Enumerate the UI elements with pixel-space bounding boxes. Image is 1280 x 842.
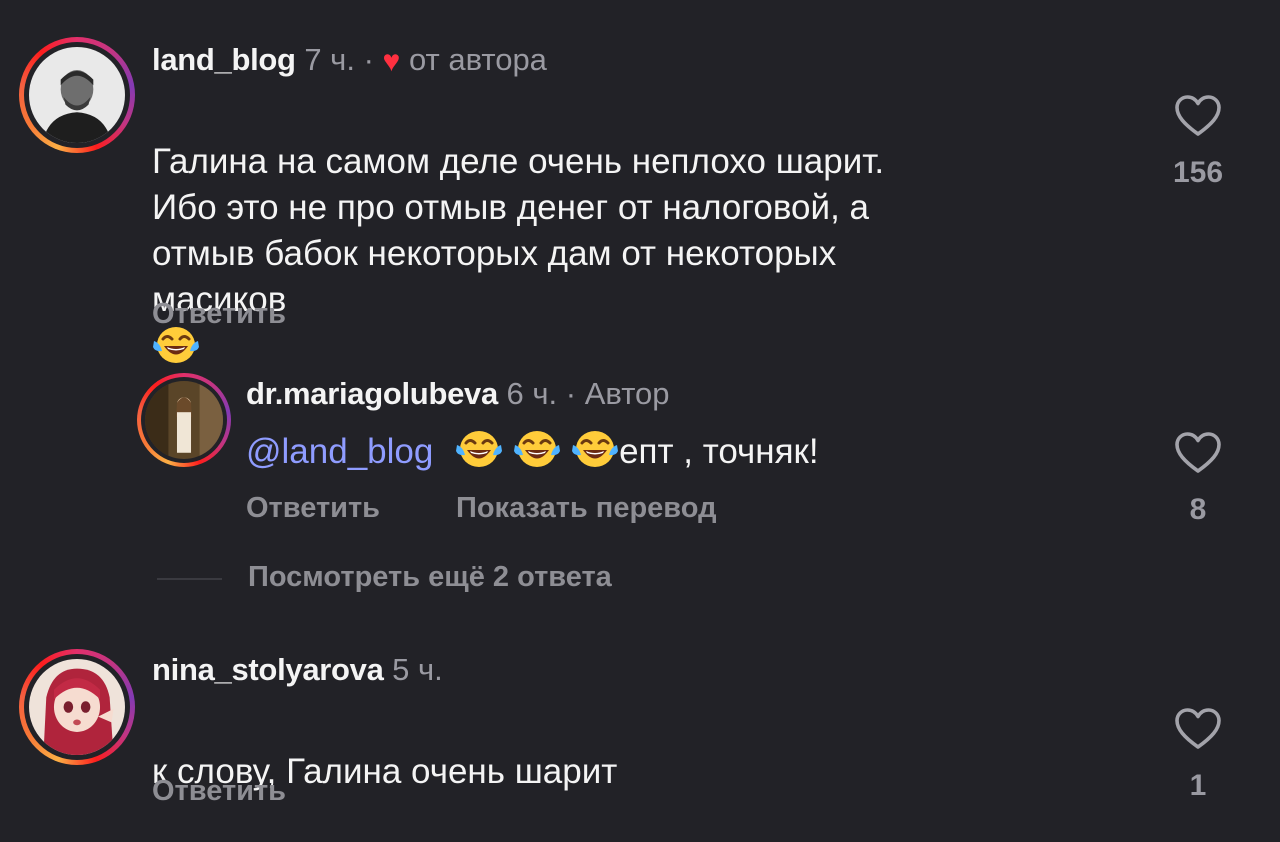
comment-text: @land_blog епт , точняк! bbox=[246, 427, 1146, 475]
like-button[interactable]: 1 bbox=[1158, 707, 1238, 803]
username[interactable]: dr.mariagolubeva bbox=[246, 376, 498, 411]
separator: · bbox=[565, 376, 577, 411]
replies-divider bbox=[157, 578, 222, 580]
like-button[interactable]: 8 bbox=[1158, 431, 1238, 527]
timestamp: 5 ч. bbox=[392, 652, 443, 687]
avatar[interactable] bbox=[137, 373, 231, 467]
comment-text: к слову, Галина очень шарит bbox=[152, 703, 1152, 795]
like-count: 156 bbox=[1172, 156, 1224, 189]
heart-filled-icon: ♥ bbox=[382, 45, 401, 78]
user-photo-icon bbox=[29, 47, 125, 143]
comment-meta: land_blog 7 ч. · ♥ от автора bbox=[152, 42, 547, 79]
face-with-tears-of-joy-emoji bbox=[513, 427, 561, 469]
avatar[interactable] bbox=[19, 649, 135, 765]
heart-outline-icon[interactable] bbox=[1174, 94, 1222, 138]
comment-text: Галина на самом деле очень неплохо шарит… bbox=[152, 93, 1152, 371]
author-liked-label: от автора bbox=[408, 42, 547, 77]
like-count: 8 bbox=[1189, 493, 1207, 526]
show-translation-button[interactable]: Показать перевод bbox=[456, 492, 716, 525]
heart-outline-icon[interactable] bbox=[1174, 431, 1222, 475]
user-photo-icon bbox=[145, 381, 223, 459]
author-badge: Автор bbox=[584, 376, 670, 411]
username[interactable]: nina_stolyarova bbox=[152, 652, 384, 687]
comments-screen: land_blog 7 ч. · ♥ от автора Галина на с… bbox=[0, 0, 1280, 842]
username[interactable]: land_blog bbox=[152, 42, 296, 77]
like-count: 1 bbox=[1189, 769, 1207, 802]
reply-button[interactable]: Ответить bbox=[246, 492, 380, 525]
timestamp: 6 ч. bbox=[506, 376, 558, 411]
avatar[interactable] bbox=[19, 37, 135, 153]
comment-body: Галина на самом деле очень неплохо шарит… bbox=[152, 142, 885, 319]
reply-button[interactable]: Ответить bbox=[152, 298, 286, 331]
reply-button[interactable]: Ответить bbox=[152, 775, 286, 808]
comment-meta: dr.mariagolubeva 6 ч. · Автор bbox=[246, 376, 670, 412]
user-photo-icon bbox=[29, 659, 125, 755]
comment-body: епт , точняк! bbox=[619, 432, 819, 471]
face-with-tears-of-joy-emoji bbox=[455, 427, 503, 469]
view-more-replies-button[interactable]: Посмотреть ещё 2 ответа bbox=[248, 561, 612, 594]
comment-meta: nina_stolyarova 5 ч. bbox=[152, 652, 443, 688]
timestamp: 7 ч. bbox=[304, 42, 355, 77]
like-button[interactable]: 156 bbox=[1158, 94, 1238, 190]
heart-outline-icon[interactable] bbox=[1174, 707, 1222, 751]
separator: · bbox=[363, 42, 374, 77]
face-with-tears-of-joy-emoji bbox=[571, 427, 619, 469]
mention-link[interactable]: @land_blog bbox=[246, 432, 433, 471]
